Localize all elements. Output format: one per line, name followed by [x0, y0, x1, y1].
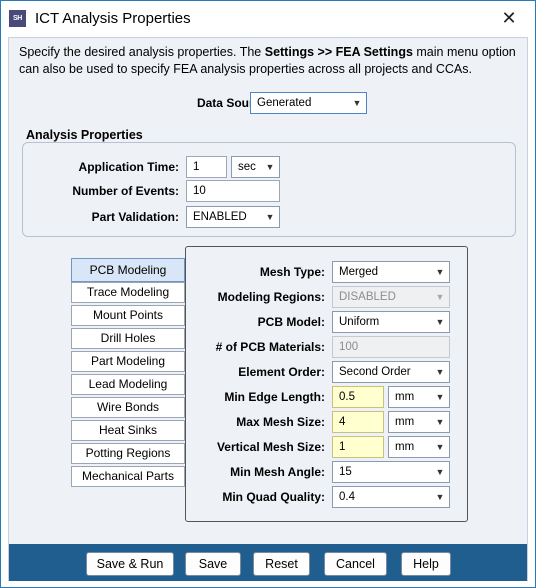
title-bar: SH ICT Analysis Properties ✕ — [1, 1, 535, 37]
description-menu-path: Settings >> FEA Settings — [264, 45, 413, 59]
tab-wire-bonds[interactable]: Wire Bonds — [71, 397, 185, 418]
modeling-regions-select: DISABLED ▼ — [332, 286, 450, 308]
vertical-mesh-size-input[interactable]: 1 — [332, 436, 384, 458]
tab-mechanical-parts[interactable]: Mechanical Parts — [71, 466, 185, 487]
pcb-model-value: Uniform — [339, 316, 380, 328]
mesh-type-select[interactable]: Merged ▼ — [332, 261, 450, 283]
element-order-label: Element Order: — [238, 365, 325, 379]
element-order-select[interactable]: Second Order ▼ — [332, 361, 450, 383]
tab-part-modeling[interactable]: Part Modeling — [71, 351, 185, 372]
help-button[interactable]: Help — [401, 552, 451, 576]
chevron-down-icon: ▼ — [432, 263, 448, 281]
pcb-model-select[interactable]: Uniform ▼ — [332, 311, 450, 333]
chevron-down-icon: ▼ — [432, 313, 448, 331]
tab-mount-points[interactable]: Mount Points — [71, 305, 185, 326]
application-time-input[interactable]: 1 — [186, 156, 227, 178]
min-edge-length-label: Min Edge Length: — [224, 390, 325, 404]
tab-lead-modeling[interactable]: Lead Modeling — [71, 374, 185, 395]
tab-potting-regions[interactable]: Potting Regions — [71, 443, 185, 464]
modeling-regions-label: Modeling Regions: — [217, 290, 325, 304]
chevron-down-icon: ▼ — [432, 413, 448, 431]
app-icon: SH — [9, 10, 26, 27]
button-bar: Save & Run Save Reset Cancel Help — [9, 544, 527, 581]
chevron-down-icon: ▼ — [432, 438, 448, 456]
data-source-value: Generated — [257, 97, 312, 109]
pcb-materials-input: 100 — [332, 336, 450, 358]
max-mesh-size-unit-value: mm — [395, 416, 415, 428]
window-title: ICT Analysis Properties — [35, 10, 191, 27]
modeling-regions-value: DISABLED — [339, 291, 396, 303]
reset-button[interactable]: Reset — [253, 552, 310, 576]
chevron-down-icon: ▼ — [432, 463, 448, 481]
close-icon[interactable]: ✕ — [499, 8, 519, 28]
mesh-type-value: Merged — [339, 266, 378, 278]
save-run-button[interactable]: Save & Run — [86, 552, 174, 576]
vertical-mesh-size-unit-value: mm — [395, 441, 415, 453]
chevron-down-icon: ▼ — [262, 208, 278, 226]
save-button[interactable]: Save — [185, 552, 241, 576]
description-text: Specify the desired analysis properties.… — [19, 44, 519, 78]
min-mesh-angle-select[interactable]: 15 ▼ — [332, 461, 450, 483]
min-quad-quality-label: Min Quad Quality: — [222, 490, 325, 504]
vertical-mesh-size-unit-select[interactable]: mm ▼ — [388, 436, 450, 458]
application-time-unit-select[interactable]: sec ▼ — [231, 156, 280, 178]
part-validation-select[interactable]: ENABLED ▼ — [186, 206, 280, 228]
mesh-type-label: Mesh Type: — [259, 265, 325, 279]
max-mesh-size-label: Max Mesh Size: — [236, 415, 325, 429]
application-time-label: Application Time: — [78, 160, 179, 174]
number-of-events-input[interactable]: 10 — [186, 180, 280, 202]
chevron-down-icon: ▼ — [432, 363, 448, 381]
number-of-events-label: Number of Events: — [72, 184, 179, 198]
max-mesh-size-unit-select[interactable]: mm ▼ — [388, 411, 450, 433]
min-mesh-angle-value: 15 — [339, 466, 352, 478]
chevron-down-icon: ▼ — [262, 158, 278, 176]
chevron-down-icon: ▼ — [349, 94, 365, 112]
element-order-value: Second Order — [339, 366, 411, 378]
chevron-down-icon: ▼ — [432, 488, 448, 506]
min-edge-length-input[interactable]: 0.5 — [332, 386, 384, 408]
application-time-unit-value: sec — [238, 161, 256, 173]
min-quad-quality-select[interactable]: 0.4 ▼ — [332, 486, 450, 508]
cancel-button[interactable]: Cancel — [324, 552, 387, 576]
description-part1: Specify the desired analysis properties.… — [19, 45, 265, 59]
data-source-select[interactable]: Generated ▼ — [250, 92, 367, 114]
dialog-window: SH ICT Analysis Properties ✕ Specify the… — [0, 0, 536, 588]
tab-drill-holes[interactable]: Drill Holes — [71, 328, 185, 349]
min-mesh-angle-label: Min Mesh Angle: — [230, 465, 325, 479]
dialog-body: Specify the desired analysis properties.… — [8, 37, 528, 581]
pcb-materials-label: # of PCB Materials: — [215, 340, 325, 354]
tab-trace-modeling[interactable]: Trace Modeling — [71, 282, 185, 303]
vertical-mesh-size-label: Vertical Mesh Size: — [216, 440, 325, 454]
chevron-down-icon: ▼ — [432, 388, 448, 406]
min-edge-length-unit-value: mm — [395, 391, 415, 403]
min-quad-quality-value: 0.4 — [339, 491, 355, 503]
analysis-properties-title: Analysis Properties — [26, 128, 143, 142]
chevron-down-icon: ▼ — [432, 288, 448, 306]
tab-pcb-modeling[interactable]: PCB Modeling — [71, 258, 185, 282]
part-validation-value: ENABLED — [193, 211, 247, 223]
max-mesh-size-input[interactable]: 4 — [332, 411, 384, 433]
part-validation-label: Part Validation: — [91, 210, 179, 224]
min-edge-length-unit-select[interactable]: mm ▼ — [388, 386, 450, 408]
pcb-model-label: PCB Model: — [257, 315, 325, 329]
tab-heat-sinks[interactable]: Heat Sinks — [71, 420, 185, 441]
